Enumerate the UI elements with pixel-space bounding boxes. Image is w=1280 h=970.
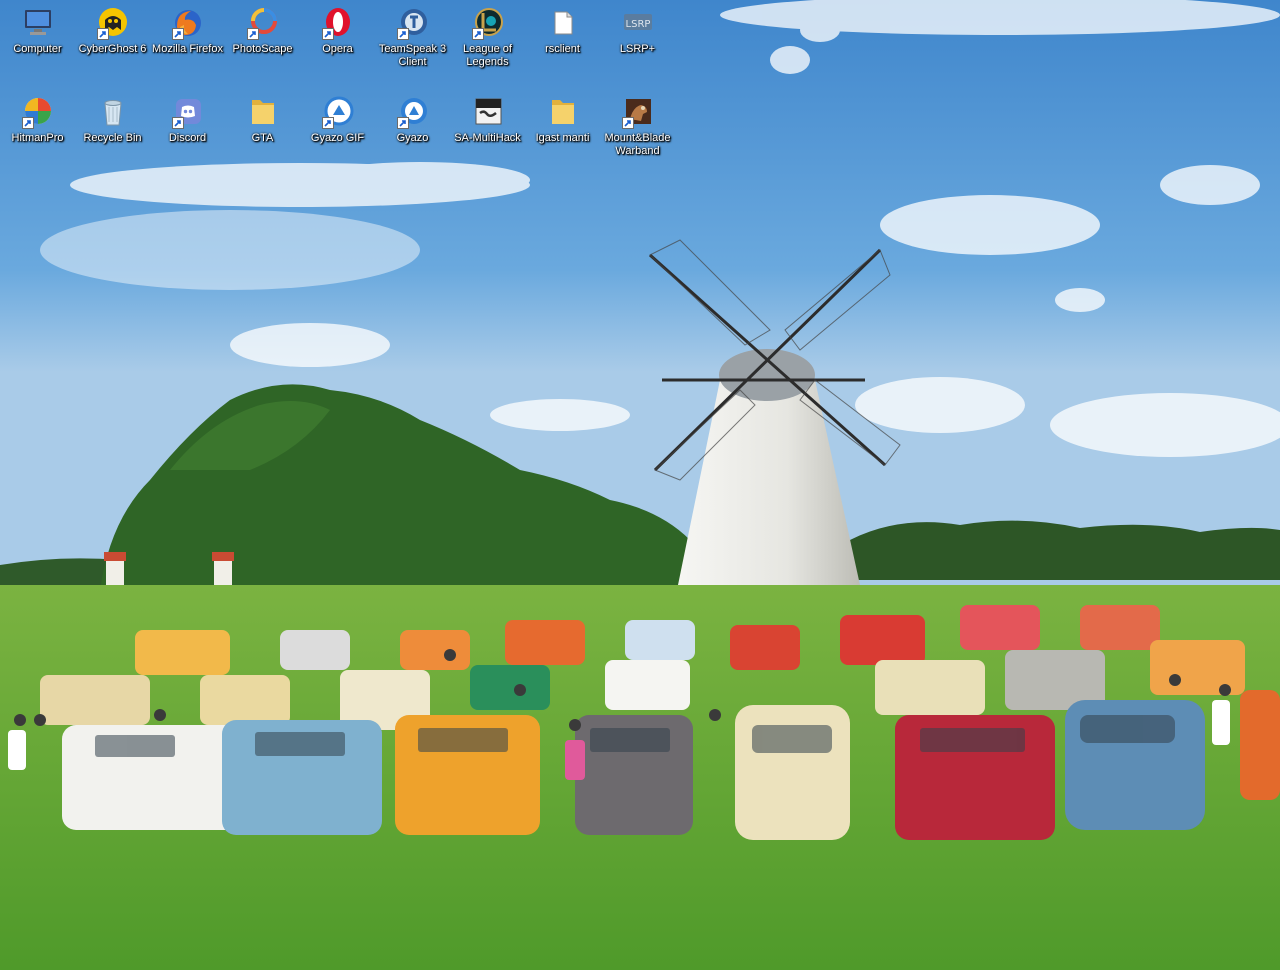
mount-blade-icon — [621, 95, 655, 129]
cyberghost-icon — [96, 6, 130, 40]
desktop-icon-photoscape[interactable]: PhotoScape — [225, 2, 300, 91]
computer-icon — [21, 6, 55, 40]
shortcut-arrow-icon — [96, 28, 109, 40]
shortcut-arrow-icon — [171, 28, 184, 40]
shortcut-arrow-icon — [21, 117, 34, 129]
desktop-icon-hitmanpro[interactable]: HitmanPro — [0, 91, 75, 180]
desktop-icon-label: rsclient — [545, 43, 580, 55]
league-of-legends-icon — [471, 6, 505, 40]
desktop-icon-label: HitmanPro — [11, 132, 64, 144]
desktop-icon-label: PhotoScape — [232, 43, 293, 55]
desktop-icon-mount-blade[interactable]: Mount&Blade Warband — [600, 91, 675, 180]
shortcut-arrow-icon — [246, 28, 259, 40]
desktop-icon-label: TeamSpeak 3 Client — [378, 43, 447, 68]
desktop-icon-label: Opera — [322, 43, 353, 55]
desktop-icon-sa-multihack[interactable]: SA-MultiHack — [450, 91, 525, 180]
desktop-icon-computer[interactable]: Computer — [0, 2, 75, 91]
desktop-icon-recycle-bin[interactable]: Recycle Bin — [75, 91, 150, 180]
desktop-icon-label: LSRP+ — [619, 43, 656, 55]
desktop-icon-label: Computer — [13, 43, 62, 55]
desktop-icon-label: Gyazo GIF — [310, 132, 365, 144]
file-icon — [546, 6, 580, 40]
desktop-icon-label: GTA — [251, 132, 274, 144]
desktop-icon-discord[interactable]: Discord — [150, 91, 225, 180]
desktop-icon-label: Recycle Bin — [83, 132, 142, 144]
folder-icon — [546, 95, 580, 129]
folder-icon — [246, 95, 280, 129]
shortcut-arrow-icon — [171, 117, 184, 129]
shortcut-arrow-icon — [321, 28, 334, 40]
gyazo-icon — [396, 95, 430, 129]
discord-icon — [171, 95, 205, 129]
desktop-icon-label: Mount&Blade Warband — [604, 132, 671, 157]
desktop-icon-league-of-legends[interactable]: League of Legends — [450, 2, 525, 91]
desktop-icon-lsrp[interactable]: LSRP LSRP+ — [600, 2, 675, 91]
desktop-icon-rsclient[interactable]: rsclient — [525, 2, 600, 91]
recycle-bin-icon — [96, 95, 130, 129]
desktop-icon-opera[interactable]: Opera — [300, 2, 375, 91]
desktop-icon-label: Mozilla Firefox — [152, 43, 223, 55]
photoscape-icon — [246, 6, 280, 40]
desktop-icon-label: Igast manti — [535, 132, 590, 144]
desktop-icon-label: League of Legends — [463, 43, 512, 68]
shortcut-arrow-icon — [396, 28, 409, 40]
desktop-icon-label: SA-MultiHack — [454, 132, 521, 144]
desktop-icon-label: Gyazo — [396, 132, 429, 144]
opera-icon — [321, 6, 355, 40]
desktop-icon-gyazo-gif[interactable]: Gyazo GIF — [300, 91, 375, 180]
desktop-icon-gta[interactable]: GTA — [225, 91, 300, 180]
teamspeak-icon — [396, 6, 430, 40]
sa-multihack-icon — [471, 95, 505, 129]
firefox-icon — [171, 6, 205, 40]
desktop-icon-teamspeak[interactable]: TeamSpeak 3 Client — [375, 2, 450, 91]
desktop-icon-gyazo[interactable]: Gyazo — [375, 91, 450, 180]
shortcut-arrow-icon — [321, 117, 334, 129]
desktop-icon-label: CyberGhost 6 — [78, 43, 147, 55]
gyazo-gif-icon — [321, 95, 355, 129]
shortcut-arrow-icon — [471, 28, 484, 40]
lsrp-icon: LSRP — [621, 6, 655, 40]
shortcut-arrow-icon — [621, 117, 634, 129]
svg-text:LSRP: LSRP — [625, 19, 650, 30]
hitmanpro-icon — [21, 95, 55, 129]
shortcut-arrow-icon — [396, 117, 409, 129]
desktop-icon-firefox[interactable]: Mozilla Firefox — [150, 2, 225, 91]
desktop-icon-grid: Computer CyberGhost 6 Mozilla Firefox Ph… — [0, 2, 675, 180]
desktop-icon-cyberghost[interactable]: CyberGhost 6 — [75, 2, 150, 91]
desktop-icon-label: Discord — [168, 132, 207, 144]
desktop-icon-igast-manti[interactable]: Igast manti — [525, 91, 600, 180]
